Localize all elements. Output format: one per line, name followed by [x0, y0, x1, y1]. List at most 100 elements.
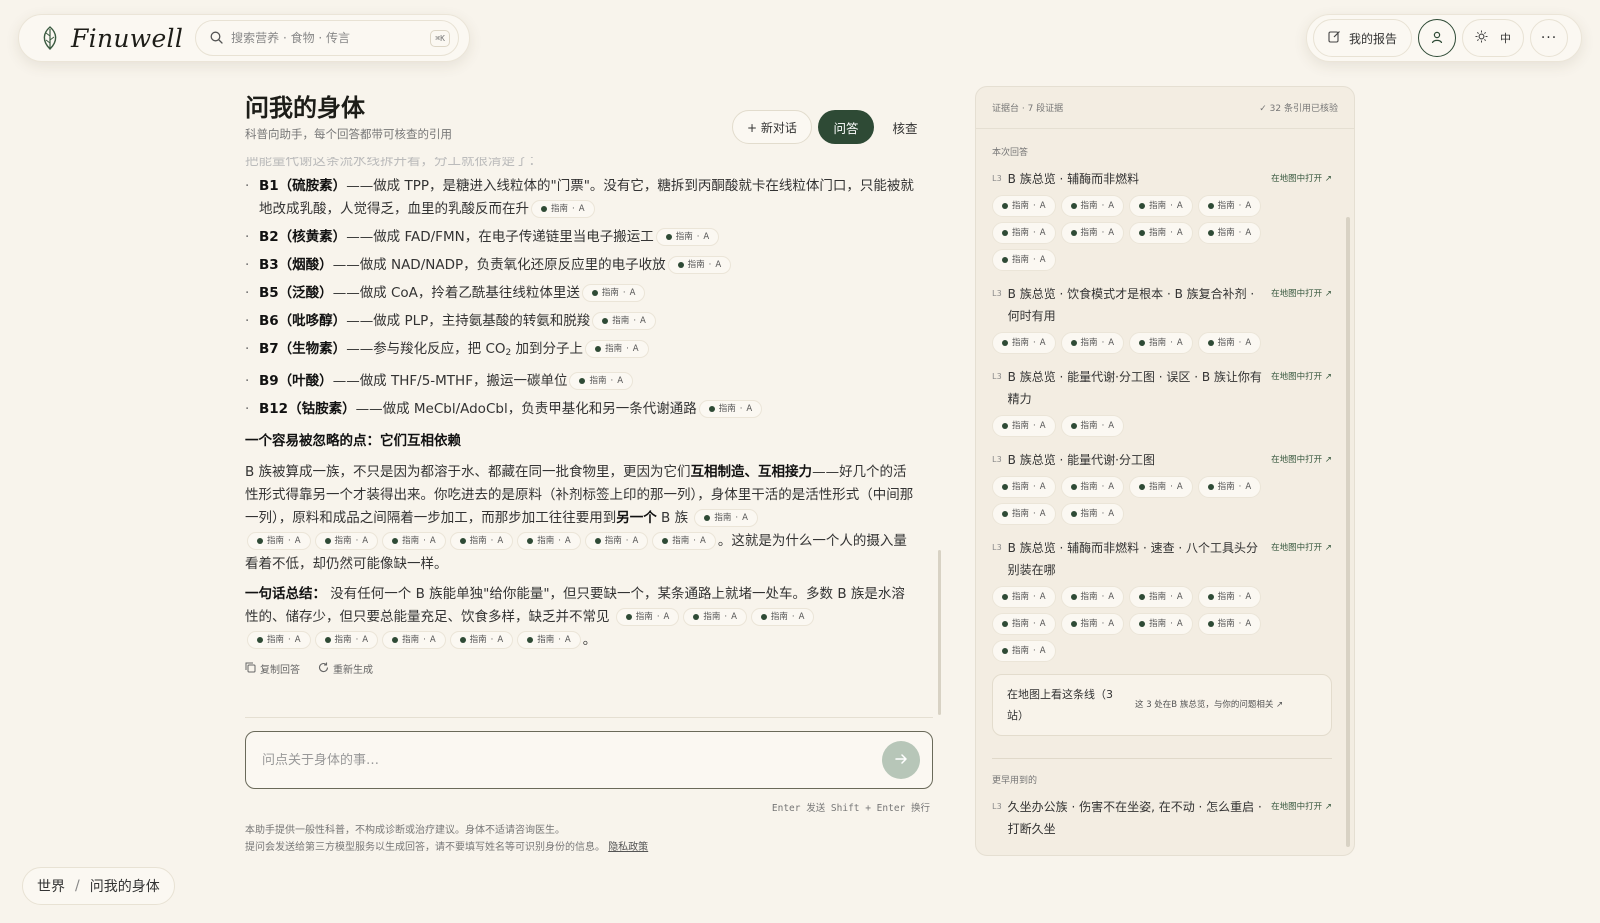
citation-pill[interactable]: 指南 · A: [584, 532, 649, 550]
evidence-title[interactable]: B 族总览 · 辅酶而非燃料: [1008, 168, 1140, 190]
citation-pill[interactable]: 指南 · A: [1197, 613, 1262, 635]
para-bold: 另一个: [616, 510, 657, 526]
citation-pill[interactable]: 指南 · A: [314, 631, 379, 649]
citation-pill[interactable]: 指南 · A: [247, 532, 311, 550]
language-toggle[interactable]: 中: [1500, 30, 1511, 46]
open-in-map-link[interactable]: 在地图中打开 ↗: [1271, 168, 1332, 190]
citation-pill[interactable]: 指南 · A: [247, 631, 311, 649]
user-button[interactable]: [1418, 19, 1457, 57]
citation-pill[interactable]: 指南 · A: [992, 476, 1056, 498]
citation-pill[interactable]: 指南 · A: [992, 640, 1056, 662]
citation-sep: ·: [1033, 337, 1036, 348]
leaf-logo-icon[interactable]: [39, 25, 61, 51]
citation-pill[interactable]: 指南 · A: [1060, 195, 1125, 217]
privacy-link[interactable]: 隐私政策: [608, 842, 648, 853]
send-button[interactable]: [882, 741, 920, 779]
citation-source: 指南: [334, 535, 352, 546]
sun-icon[interactable]: [1475, 30, 1488, 46]
citation-pill[interactable]: 指南 · A: [667, 256, 732, 274]
regenerate-button[interactable]: 重新生成: [318, 659, 373, 682]
citation-pill[interactable]: 指南 · A: [517, 631, 581, 649]
citation-source: 指南: [604, 535, 622, 546]
brand-name[interactable]: Finuwell: [71, 24, 183, 53]
copy-answer-button[interactable]: 复制回答: [245, 659, 300, 682]
more-button[interactable]: ···: [1530, 19, 1569, 57]
evidence-scrollbar[interactable]: [1346, 217, 1350, 847]
citation-pill[interactable]: 指南 · A: [1197, 586, 1262, 608]
open-in-map-link[interactable]: 在地图中打开 ↗: [1271, 366, 1332, 388]
citation-sep: ·: [791, 611, 795, 622]
citation-pill[interactable]: 指南 · A: [1060, 415, 1125, 437]
citation-pill[interactable]: 指南 · A: [992, 415, 1056, 437]
citation-pill[interactable]: 指南 · A: [1129, 195, 1193, 217]
citation-pill[interactable]: 指南 · A: [1060, 476, 1125, 498]
citation-pill[interactable]: 指南 · A: [314, 532, 379, 550]
search-box[interactable]: ⌘K: [195, 20, 459, 56]
citation-pill[interactable]: 指南 · A: [382, 532, 446, 550]
evidence-title[interactable]: B 族总览 · 能量代谢·分工图: [1008, 449, 1155, 471]
summary-paragraph: 一句话总结： 没有任何一个 B 族能单独"给你能量"，但只要缺一个，某条通路上就…: [245, 583, 915, 652]
citation-pill[interactable]: 指南 · A: [1197, 222, 1262, 244]
citation-pill[interactable]: 指南 · A: [992, 613, 1056, 635]
citation-pill[interactable]: 指南 · A: [992, 222, 1056, 244]
citation-dot-icon: [392, 538, 399, 544]
citation-dot-icon: [1139, 621, 1146, 627]
citation-pill[interactable]: 指南 · A: [694, 509, 758, 527]
citation-source: 指南: [1012, 337, 1030, 348]
citation-pill[interactable]: 指南 · A: [569, 372, 634, 390]
search-input[interactable]: [231, 31, 423, 45]
citation-pill[interactable]: 指南 · A: [992, 332, 1056, 354]
map-route-card[interactable]: 在地图上看这条线（3 站） 这 3 处在B 族总览，与你的问题相关 ↗: [992, 674, 1332, 736]
citation-pill[interactable]: 指南 · A: [615, 608, 680, 626]
citation-pill[interactable]: 指南 · A: [683, 608, 747, 626]
citation-pill[interactable]: 指南 · A: [698, 400, 763, 418]
citation-pill[interactable]: 指南 · A: [655, 228, 720, 246]
citation-pill[interactable]: 指南 · A: [1060, 503, 1125, 525]
citation-pill[interactable]: 指南 · A: [382, 631, 446, 649]
citation-pill[interactable]: 指南 · A: [581, 284, 646, 302]
citation-pill[interactable]: 指南 · A: [1197, 332, 1262, 354]
breadcrumb-root[interactable]: 世界: [37, 876, 65, 896]
citation-pill[interactable]: 指南 · A: [1197, 195, 1262, 217]
evidence-title[interactable]: B 族总览 · 饮食模式才是根本 · B 族复合补剂 · 何时有用: [1008, 283, 1264, 327]
citation-pill[interactable]: 指南 · A: [449, 631, 514, 649]
citation-pill[interactable]: 指南 · A: [1129, 586, 1193, 608]
citation-pill[interactable]: 指南 · A: [992, 503, 1056, 525]
tab-ask[interactable]: 问答: [818, 110, 874, 144]
open-in-map-link[interactable]: 在地图中打开 ↗: [1271, 449, 1332, 471]
citation-sep: ·: [558, 535, 561, 546]
evidence-title[interactable]: B 族总览 · 能量代谢·分工图 · 误区 · B 族让你有精力: [1008, 366, 1264, 410]
citation-pill[interactable]: 指南 · A: [1129, 476, 1193, 498]
citation-pill[interactable]: 指南 · A: [1060, 613, 1125, 635]
citation-pill[interactable]: 指南 · A: [1129, 613, 1193, 635]
evidence-title[interactable]: B 族总览 · 辅酶而非燃料 · 速查 · 八个工具头分别装在哪: [1008, 537, 1264, 581]
citation-pill[interactable]: 指南 · A: [1197, 476, 1262, 498]
citation-grade: A: [564, 535, 571, 546]
open-in-map-link[interactable]: 在地图中打开 ↗: [1271, 283, 1332, 305]
composer-hint: Enter 发送 Shift + Enter 换行: [771, 803, 930, 814]
citation-pill[interactable]: 指南 · A: [531, 200, 595, 218]
citation-grade: A: [1108, 420, 1115, 431]
citation-pill[interactable]: 指南 · A: [592, 312, 656, 330]
citation-pill[interactable]: 指南 · A: [992, 195, 1056, 217]
chat-scrollbar[interactable]: [938, 550, 941, 715]
evidence-title[interactable]: 久坐办公族 · 伤害不在坐姿, 在不动 · 怎么重启 · 打断久坐: [1008, 796, 1264, 840]
citation-pill[interactable]: 指南 · A: [652, 532, 716, 550]
citation-pill[interactable]: 指南 · A: [449, 532, 514, 550]
open-in-map-link[interactable]: 在地图中打开 ↗: [1271, 537, 1332, 559]
chat-input[interactable]: [262, 752, 882, 768]
citation-pill[interactable]: 指南 · A: [992, 249, 1056, 271]
citation-pill[interactable]: 指南 · A: [517, 532, 581, 550]
citation-pill[interactable]: 指南 · A: [750, 608, 815, 626]
citation-pill[interactable]: 指南 · A: [1060, 332, 1125, 354]
citation-pill[interactable]: 指南 · A: [1060, 586, 1125, 608]
citation-pill[interactable]: 指南 · A: [1129, 222, 1193, 244]
tab-verify[interactable]: 核查: [880, 110, 930, 144]
citation-pill[interactable]: 指南 · A: [1129, 332, 1193, 354]
open-in-map-link[interactable]: 在地图中打开 ↗: [1271, 796, 1332, 818]
my-report-button[interactable]: 我的报告: [1313, 19, 1413, 57]
citation-pill[interactable]: 指南 · A: [585, 340, 649, 358]
citation-pill[interactable]: 指南 · A: [1060, 222, 1125, 244]
new-chat-button[interactable]: + 新对话: [732, 110, 812, 144]
citation-pill[interactable]: 指南 · A: [992, 586, 1056, 608]
